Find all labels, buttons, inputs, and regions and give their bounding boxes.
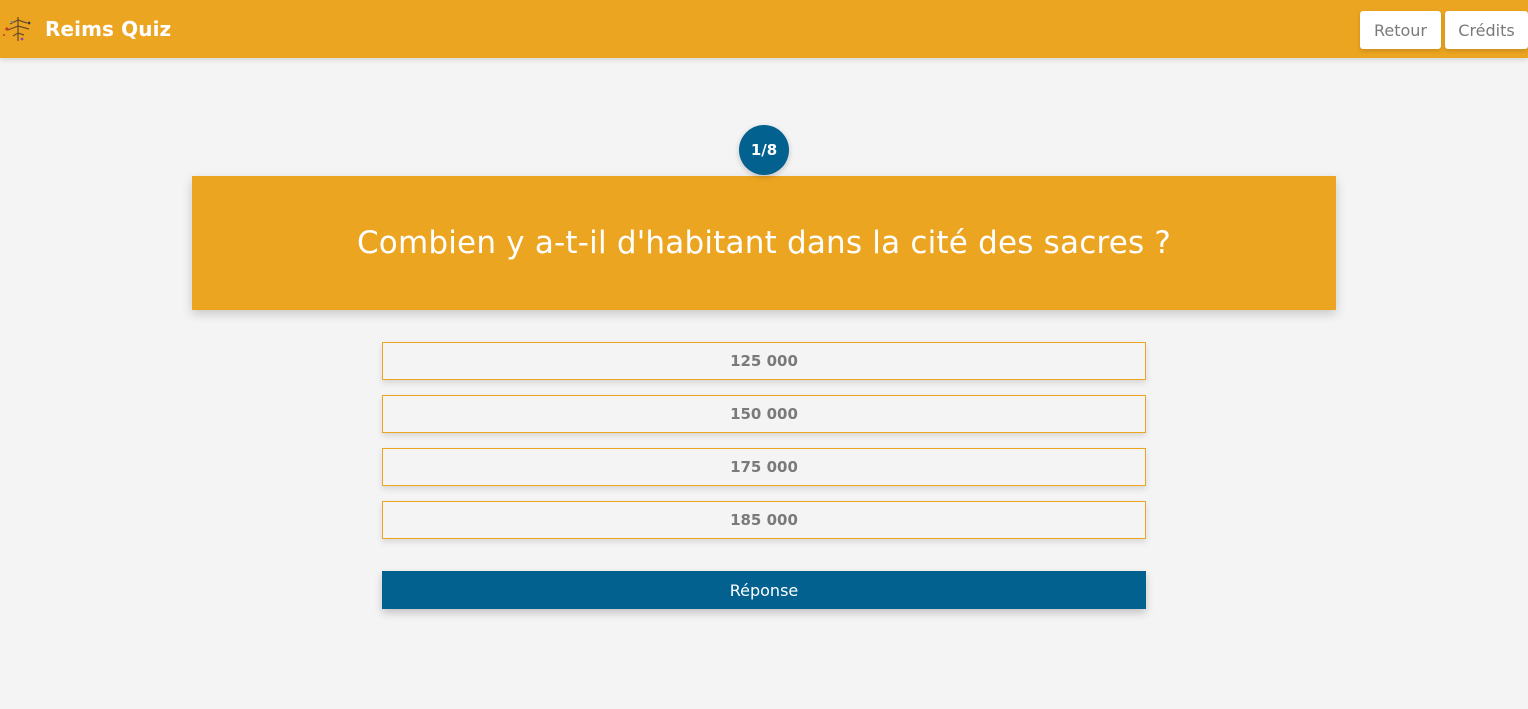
question-card: Combien y a-t-il d'habitant dans la cité… bbox=[192, 176, 1336, 310]
question-counter-badge: 1/8 bbox=[739, 125, 789, 175]
top-navbar: Reims Quiz Retour Crédits bbox=[0, 0, 1528, 58]
cathedral-logo-icon bbox=[3, 17, 31, 41]
brand-link[interactable]: Reims Quiz bbox=[0, 0, 171, 58]
brand-title: Reims Quiz bbox=[45, 17, 172, 41]
answer-option-4[interactable]: 185 000 bbox=[382, 501, 1146, 539]
answer-option-3[interactable]: 175 000 bbox=[382, 448, 1146, 486]
question-text: Combien y a-t-il d'habitant dans la cité… bbox=[356, 225, 1172, 261]
submit-answer-button[interactable]: Réponse bbox=[382, 571, 1146, 609]
answer-option-2[interactable]: 150 000 bbox=[382, 395, 1146, 433]
retour-button[interactable]: Retour bbox=[1360, 11, 1441, 49]
credits-button[interactable]: Crédits bbox=[1445, 11, 1528, 49]
answer-option-1[interactable]: 125 000 bbox=[382, 342, 1146, 380]
